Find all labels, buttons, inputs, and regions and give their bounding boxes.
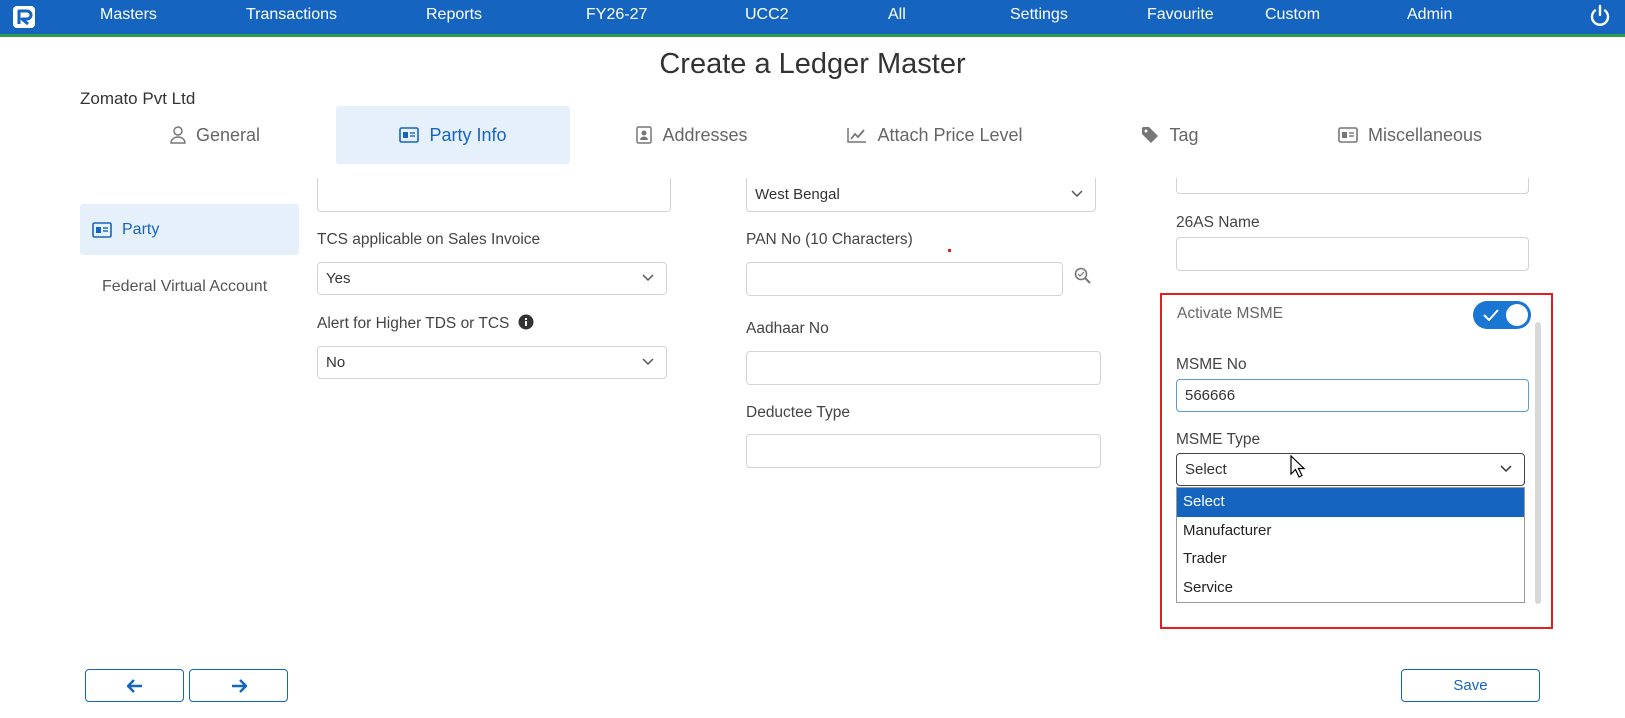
chevron-down-icon [642,357,654,365]
user-icon [170,126,186,144]
tab-miscellaneous[interactable]: Miscellaneous [1330,106,1490,164]
tcs-select[interactable]: Yes [317,262,667,295]
msme-type-value: Select [1185,461,1227,478]
activate-msme-label: Activate MSME [1177,305,1283,322]
next-button[interactable] [189,669,288,702]
arrow-left-icon [126,678,142,693]
pan-input[interactable] [746,262,1063,296]
tab-addresses[interactable]: Addresses [620,106,764,164]
previous-button[interactable] [85,669,184,702]
sidebar-item-federal-virtual-account[interactable]: Federal Virtual Account [80,261,299,312]
tab-general[interactable]: General [120,106,310,164]
page-title: Create a Ledger Master [659,48,966,80]
msme-scrollbar[interactable] [1535,322,1541,604]
nav-admin[interactable]: Admin [1407,0,1452,34]
tab-label: Miscellaneous [1367,124,1483,145]
nav-ucc2[interactable]: UCC2 [745,0,789,34]
save-button[interactable]: Save [1401,669,1540,702]
sidebar-item-label: Federal Virtual Account [102,277,268,295]
tab-label: Party Info [429,124,507,145]
info-icon[interactable] [518,314,534,330]
state-value: West Bengal [755,186,840,203]
alert-tds-tcs-label: Alert for Higher TDS or TCS [317,314,534,333]
alert-tds-tcs-label-text: Alert for Higher TDS or TCS [317,315,510,332]
tab-party-info[interactable]: Party Info [336,106,570,164]
26as-name-input[interactable] [1176,237,1529,271]
nav-favourite[interactable]: Favourite [1147,0,1214,34]
nav-all[interactable]: All [888,0,906,34]
nav-reports[interactable]: Reports [426,0,482,34]
top-nav-bar: Masters Transactions Reports FY26-27 UCC… [0,0,1625,34]
deductee-type-label: Deductee Type [746,404,850,421]
chevron-down-icon [1071,189,1083,197]
nav-transactions[interactable]: Transactions [246,0,337,34]
search-verify-icon[interactable] [1074,267,1094,285]
line-chart-icon [847,128,867,143]
chevron-down-icon [1500,464,1512,472]
state-select[interactable]: West Bengal [746,178,1096,212]
tab-label: General [195,124,261,145]
id-card-icon [399,127,420,143]
msme-type-label: MSME Type [1176,431,1261,448]
deductee-type-input[interactable] [746,434,1101,468]
msme-type-option-service[interactable]: Service [1177,574,1524,603]
tab-tag[interactable]: Tag [1130,106,1210,164]
mouse-cursor-icon [1290,455,1306,478]
chevron-down-icon [642,273,654,281]
msme-type-option-trader[interactable]: Trader [1177,545,1524,574]
tab-attach-price-level[interactable]: Attach Price Level [835,106,1035,164]
msme-no-input[interactable]: 566666 [1176,379,1529,412]
tcs-label: TCS applicable on Sales Invoice [317,231,541,248]
id-card-icon [1338,127,1358,143]
nav-settings[interactable]: Settings [1010,0,1068,34]
tab-label: Addresses [662,124,748,145]
address-book-icon [636,126,653,144]
sidebar-item-label: Party [122,220,160,238]
alert-value: No [326,354,346,371]
tcs-value: Yes [326,270,351,287]
nav-custom[interactable]: Custom [1265,0,1320,34]
aadhaar-input[interactable] [746,351,1101,385]
msme-type-select[interactable]: Select [1176,453,1525,486]
app-logo-icon[interactable] [12,5,36,29]
msme-no-value: 566666 [1185,387,1236,404]
msme-no-label: MSME No [1176,356,1247,373]
id-card-icon [92,221,112,238]
sidebar-item-party[interactable]: Party [80,204,299,255]
pan-label: PAN No (10 Characters) [746,231,913,248]
tab-label: Attach Price Level [877,124,1023,145]
power-icon[interactable] [1588,4,1612,28]
toggle-knob [1506,304,1528,326]
msme-type-option-manufacturer[interactable]: Manufacturer [1177,517,1524,546]
nav-masters[interactable]: Masters [100,0,157,34]
activate-msme-toggle[interactable] [1473,301,1531,329]
msme-type-options-list: Select Manufacturer Trader Service [1176,487,1525,603]
msme-type-option-select[interactable]: Select [1177,488,1524,517]
nav-accent-line [0,34,1625,37]
nav-financial-year[interactable]: FY26-27 [586,0,647,34]
check-icon [1483,309,1499,321]
scrolled-input-field[interactable] [1176,178,1529,194]
scrolled-input-field[interactable] [317,178,671,212]
tag-icon [1142,127,1159,143]
26as-name-label: 26AS Name [1176,214,1260,231]
alert-tds-tcs-select[interactable]: No [317,346,667,379]
arrow-right-icon [231,678,247,693]
tab-label: Tag [1169,124,1199,145]
aadhaar-label: Aadhaar No [746,320,829,337]
red-marker [948,249,951,252]
